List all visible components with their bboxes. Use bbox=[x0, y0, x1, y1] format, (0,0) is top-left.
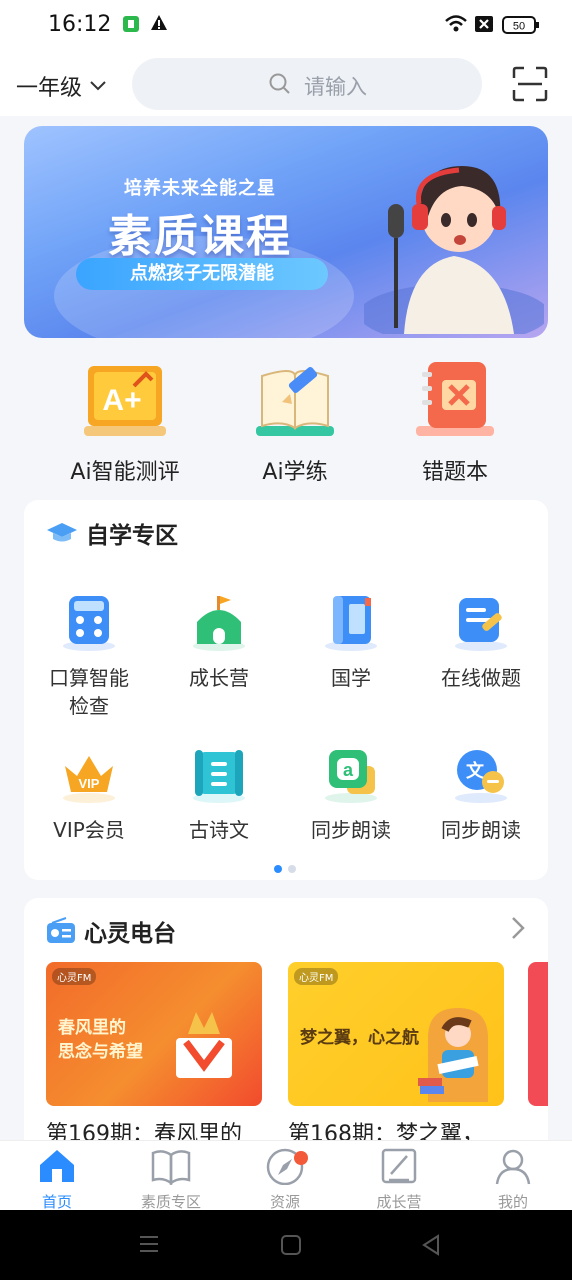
sim-x-icon bbox=[474, 14, 494, 38]
reading-boy-illustration bbox=[418, 1008, 488, 1102]
promo-banner[interactable]: 培养未来全能之星 素质课程 点燃孩子无限潜能 bbox=[24, 126, 548, 338]
home-icon bbox=[40, 1150, 74, 1182]
quick-label: Ai智能测评 bbox=[70, 460, 180, 485]
episode-thumbnail: 心灵FM 春风里的 思念与希望 bbox=[46, 962, 262, 1106]
page-dot bbox=[288, 865, 296, 873]
status-time: 16:12 bbox=[48, 12, 112, 37]
grid-label: 成长营 bbox=[189, 666, 249, 690]
read-a-icon: a bbox=[325, 750, 377, 803]
warning-icon bbox=[150, 14, 168, 36]
grid-item-guoxue[interactable]: 国学 bbox=[286, 592, 416, 692]
wrong-notebook-icon bbox=[416, 362, 494, 436]
grid-label: 同步朗读 bbox=[311, 818, 391, 842]
chevron-right-icon[interactable] bbox=[510, 916, 526, 940]
grade-selector[interactable]: 一年级 bbox=[16, 70, 106, 102]
svg-text:50: 50 bbox=[513, 21, 525, 33]
grid-item-online-exercise[interactable]: 在线做题 bbox=[416, 592, 546, 692]
self-study-section: 自学专区 口算智能 检查 成长营 国学 在线做题 VIP VIP会员 古诗文 a… bbox=[24, 500, 548, 880]
quick-item-ai-practice[interactable]: Ai学练 bbox=[220, 356, 370, 486]
app-notification-icon bbox=[122, 14, 140, 38]
page-dot-active bbox=[274, 865, 282, 873]
notebook-icon bbox=[325, 596, 377, 651]
svg-text:A+: A+ bbox=[102, 384, 141, 417]
search-placeholder: 请输入 bbox=[304, 75, 367, 99]
grid-label: 同步朗读 bbox=[441, 818, 521, 842]
episode-thumb-text: 梦之翼，心之航 bbox=[300, 1028, 419, 1048]
grid-label: 在线做题 bbox=[441, 666, 521, 690]
grid-label: 口算智能 检查 bbox=[49, 666, 129, 718]
search-input[interactable]: 请输入 bbox=[132, 58, 482, 110]
banner-tagline: 点燃孩子无限潜能 bbox=[76, 258, 328, 290]
tab-profile[interactable]: 我的 bbox=[456, 1147, 570, 1212]
radio-episode-card-partial[interactable] bbox=[528, 962, 548, 1106]
scroll-icon bbox=[193, 750, 245, 803]
tab-growth-camp[interactable]: 成长营 bbox=[342, 1147, 456, 1212]
tab-quality-zone[interactable]: 素质专区 bbox=[114, 1147, 228, 1212]
tab-home[interactable]: 首页 bbox=[0, 1147, 114, 1212]
svg-text:文: 文 bbox=[466, 760, 485, 782]
vip-crown-icon: VIP bbox=[63, 756, 115, 803]
page-indicator[interactable] bbox=[274, 865, 296, 873]
episode-thumb-text: 春风里的 思念与希望 bbox=[58, 1018, 143, 1062]
grid-label: 古诗文 bbox=[189, 818, 249, 842]
self-study-title: 自学专区 bbox=[86, 523, 178, 549]
scan-icon[interactable] bbox=[512, 66, 548, 102]
grid-label: 国学 bbox=[331, 666, 371, 690]
grade-label: 一年级 bbox=[16, 76, 83, 101]
system-navigation-bar bbox=[0, 1210, 572, 1280]
top-header: 一年级 请输入 bbox=[0, 50, 572, 116]
quick-label: Ai学练 bbox=[262, 460, 328, 485]
radio-icon bbox=[47, 917, 75, 943]
svg-text:VIP: VIP bbox=[79, 776, 100, 791]
calculator-icon bbox=[63, 596, 115, 651]
search-icon bbox=[269, 73, 290, 94]
chevron-down-icon bbox=[90, 81, 106, 91]
radio-episode-card[interactable]: 心灵FM 春风里的 思念与希望 第169期：春风里的 bbox=[46, 962, 262, 1148]
grid-item-sync-reading[interactable]: a 同步朗读 bbox=[286, 744, 416, 844]
grid-item-oral-check[interactable]: 口算智能 检查 bbox=[24, 592, 154, 720]
quick-item-wrong-notebook[interactable]: 错题本 bbox=[380, 356, 530, 486]
book-pencil-icon bbox=[256, 366, 334, 436]
a-plus-board-icon: A+ bbox=[84, 366, 166, 436]
grid-item-ancient-poetry[interactable]: 古诗文 bbox=[154, 744, 284, 844]
banner-subtitle: 培养未来全能之星 bbox=[124, 178, 276, 199]
battery-icon: 50 bbox=[502, 14, 540, 40]
growth-house-icon bbox=[193, 596, 245, 651]
graduation-cap-icon bbox=[47, 523, 77, 542]
quick-features: A+ Ai智能测评 Ai学练 错题本 bbox=[0, 346, 572, 496]
status-bar: 16:12 50 bbox=[0, 0, 572, 50]
banner-title: 素质课程 bbox=[108, 211, 292, 262]
tab-resources[interactable]: 资源 bbox=[228, 1147, 342, 1212]
wifi-icon bbox=[444, 14, 468, 38]
translate-icon: 文 bbox=[455, 750, 507, 803]
open-book-icon bbox=[151, 1150, 191, 1186]
radio-section: 心灵电台 心灵FM 春风里的 思念与希望 第169期：春风里的 心灵FM 梦之翼… bbox=[24, 898, 548, 1158]
home-button-icon[interactable] bbox=[280, 1234, 302, 1256]
radio-title: 心灵电台 bbox=[84, 921, 176, 947]
grid-label: VIP会员 bbox=[53, 818, 125, 842]
notification-dot bbox=[294, 1151, 308, 1165]
quick-item-ai-assessment[interactable]: A+ Ai智能测评 bbox=[50, 356, 200, 486]
grid-item-vip[interactable]: VIP VIP会员 bbox=[24, 744, 154, 844]
svg-text:a: a bbox=[343, 760, 354, 780]
grid-item-growth-camp[interactable]: 成长营 bbox=[154, 592, 284, 692]
back-icon[interactable] bbox=[420, 1234, 442, 1256]
quick-label: 错题本 bbox=[421, 460, 488, 485]
episode-thumbnail: 心灵FM 梦之翼，心之航 bbox=[288, 962, 504, 1106]
gift-box-icon bbox=[176, 1012, 232, 1078]
singing-girl-illustration bbox=[364, 166, 544, 334]
user-icon bbox=[495, 1149, 531, 1185]
exercise-doc-icon bbox=[455, 598, 507, 651]
bottom-tab-bar: 首页 素质专区 资源 成长营 我的 bbox=[0, 1140, 572, 1212]
radio-episode-card[interactable]: 心灵FM 梦之翼，心之航 第168期：梦之翼， bbox=[288, 962, 504, 1148]
grid-item-sync-reading-2[interactable]: 文 同步朗读 bbox=[416, 744, 546, 844]
edit-note-icon bbox=[381, 1148, 417, 1184]
menu-icon[interactable] bbox=[138, 1234, 160, 1254]
